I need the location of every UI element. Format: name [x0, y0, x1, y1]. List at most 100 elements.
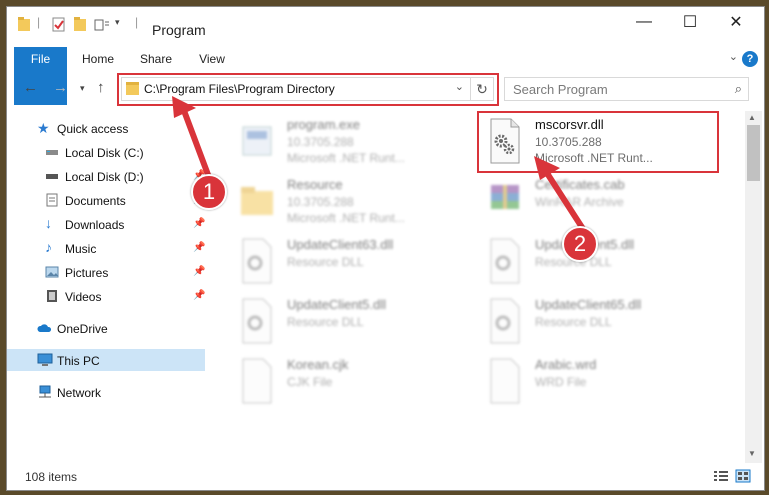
separator: | — [135, 15, 139, 29]
tab-view[interactable]: View — [191, 47, 233, 71]
sidebar-item-label: Local Disk (D:) — [65, 170, 144, 184]
scroll-down-icon[interactable]: ▼ — [748, 449, 756, 458]
videos-icon — [47, 290, 57, 302]
file-description: Microsoft .NET Runt... — [287, 211, 405, 225]
minimize-button[interactable]: — — [621, 7, 667, 37]
maximize-button[interactable]: ☐ — [667, 7, 713, 37]
tab-share[interactable]: Share — [133, 47, 179, 71]
file-item[interactable]: program.exe 10.3705.288 Microsoft .NET R… — [215, 113, 460, 171]
folder-icon — [241, 187, 273, 215]
help-icon[interactable]: ? — [742, 51, 758, 67]
large-icons-view-icon[interactable] — [735, 469, 751, 483]
sidebar-item-label: Downloads — [65, 218, 125, 232]
file-name: Certificates.cab — [535, 177, 625, 192]
file-item[interactable]: Arabic.wrd WRD File — [463, 353, 708, 411]
scrollbar-thumb[interactable] — [747, 125, 760, 181]
pin-icon[interactable]: 📌 — [193, 290, 205, 301]
search-input[interactable] — [511, 81, 725, 98]
sidebar-item-music[interactable]: ♪ Music 📌 — [7, 237, 205, 259]
sidebar-item-label: OneDrive — [57, 322, 108, 336]
customize-toolbar-icon[interactable] — [93, 16, 111, 34]
sidebar-item-videos[interactable]: Videos 📌 — [7, 285, 205, 307]
pictures-icon — [45, 266, 59, 278]
file-type: Resource DLL — [535, 315, 612, 329]
ribbon-expand-icon[interactable]: ⌄ — [729, 50, 738, 63]
window-title: Program — [152, 22, 206, 38]
sidebar-item-label: Videos — [65, 290, 102, 304]
star-icon: ★ — [37, 120, 50, 136]
file-icon — [242, 358, 272, 404]
dll-icon — [242, 298, 272, 344]
ribbon-tabs: File Home Share View ⌄ ? — [7, 47, 764, 105]
sidebar-item-label: Pictures — [65, 266, 109, 280]
file-item[interactable]: Korean.cjk CJK File — [215, 353, 460, 411]
pin-icon[interactable]: 📌 — [193, 218, 205, 229]
explorer-window: | ▾ | Program — ☐ ✕ File Home Share View… — [6, 6, 765, 491]
file-name: Resource — [287, 177, 343, 192]
documents-icon — [46, 193, 58, 207]
new-folder-icon[interactable] — [73, 16, 87, 34]
music-icon: ♪ — [45, 239, 52, 255]
dll-icon — [242, 238, 272, 284]
tab-home[interactable]: Home — [75, 47, 121, 71]
scroll-up-icon[interactable]: ▲ — [748, 113, 756, 122]
back-arrow-icon[interactable]: ← — [23, 79, 38, 96]
sidebar-item-this-pc[interactable]: This PC — [7, 349, 205, 371]
file-item[interactable]: UpdateClient65.dll Resource DLL — [463, 293, 708, 351]
file-type: Resource DLL — [287, 315, 364, 329]
network-icon — [39, 385, 51, 398]
archive-icon — [491, 185, 519, 209]
search-icon[interactable]: ⌕ — [735, 81, 742, 97]
sidebar-item-quick-access[interactable]: ★ Quick access — [7, 117, 205, 139]
sidebar-item-downloads[interactable]: ↓ Downloads 📌 — [7, 213, 205, 235]
recent-locations-icon[interactable]: ▾ — [80, 83, 85, 94]
file-name: UpdateClient63.dll — [287, 237, 394, 252]
forward-arrow-icon[interactable]: → — [53, 79, 68, 96]
file-name: program.exe — [287, 117, 360, 132]
sidebar-item-label: Local Disk (C:) — [65, 146, 144, 160]
sidebar-item-network[interactable]: Network — [7, 381, 205, 403]
sidebar-item-label: Network — [57, 386, 102, 400]
pin-icon[interactable]: 📌 — [193, 242, 205, 253]
sidebar-item-documents[interactable]: Documents 📌 — [7, 189, 205, 211]
drive-icon — [46, 174, 58, 179]
search-box[interactable]: ⌕ — [504, 77, 749, 101]
properties-icon[interactable] — [51, 16, 67, 34]
sidebar-item-local-disk-c[interactable]: Local Disk (C:) — [7, 141, 205, 163]
close-button[interactable]: ✕ — [713, 7, 759, 37]
folder-icon[interactable] — [17, 16, 31, 34]
file-name: Korean.cjk — [287, 357, 349, 372]
sidebar-item-label: This PC — [57, 354, 100, 368]
exe-icon — [242, 126, 272, 156]
pin-icon[interactable]: 📌 — [193, 266, 205, 277]
sidebar-item-local-disk-d[interactable]: Local Disk (D:) 📌 — [7, 165, 205, 187]
up-arrow-icon[interactable]: ↑ — [97, 79, 105, 96]
separator: | — [37, 15, 41, 29]
file-item[interactable]: Certificates.cab WinRAR Archive — [463, 173, 708, 231]
cloud-icon — [37, 324, 52, 332]
file-item[interactable]: UpdateClient5.dll Resource DLL — [215, 293, 460, 351]
file-name: UpdateClient5.dll — [287, 297, 387, 312]
drive-icon — [46, 150, 58, 155]
dll-icon — [490, 298, 520, 344]
file-item[interactable]: UpdateClient63.dll Resource DLL — [215, 233, 460, 291]
navigation-pane: ★ Quick access Local Disk (C:) Local Dis… — [7, 111, 207, 461]
chevron-down-icon[interactable]: ▾ — [115, 17, 120, 35]
address-highlight-box — [117, 73, 499, 106]
callout-badge-2: 2 — [562, 226, 598, 262]
file-version: 10.3705.288 — [287, 195, 354, 209]
sidebar-item-onedrive[interactable]: OneDrive — [7, 317, 205, 339]
sidebar-item-pictures[interactable]: Pictures 📌 — [7, 261, 205, 283]
file-type: CJK File — [287, 375, 333, 389]
sidebar-item-label: Documents — [65, 194, 126, 208]
title-bar: | ▾ | Program — ☐ ✕ — [7, 7, 764, 43]
details-view-icon[interactable] — [713, 469, 729, 483]
vertical-scrollbar[interactable]: ▲ ▼ — [745, 111, 762, 463]
item-count: 108 items — [25, 470, 78, 484]
file-highlight-box — [477, 111, 719, 173]
file-name: Arabic.wrd — [535, 357, 597, 372]
file-item[interactable]: Resource 10.3705.288 Microsoft .NET Runt… — [215, 173, 460, 231]
dll-icon — [490, 238, 520, 284]
file-type: WRD File — [535, 375, 587, 389]
sidebar-item-label: Quick access — [57, 122, 129, 136]
